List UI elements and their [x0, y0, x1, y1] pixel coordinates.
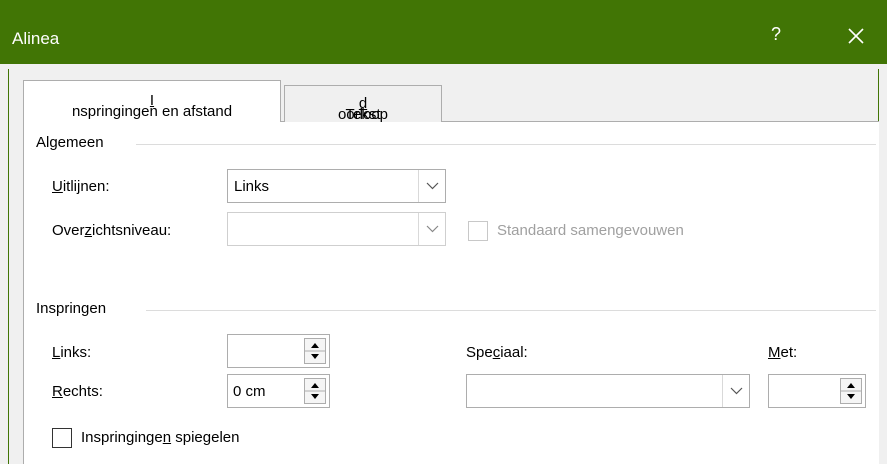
collapsed-by-default-checkbox[interactable] — [468, 221, 488, 241]
special-dropdown-button[interactable] — [722, 375, 749, 407]
group-label-indent: Inspringen — [36, 300, 107, 317]
dialog-title: Alinea — [12, 29, 60, 48]
group-label-general: Algemeen — [36, 134, 104, 151]
indent-left-label: Links: — [52, 344, 92, 361]
collapsed-by-default-label: Standaard samengevouwen — [497, 222, 684, 239]
tab-indents-spacing[interactable]: Inspringingen en afstand — [23, 80, 281, 122]
indent-left-spinbox[interactable] — [227, 334, 330, 368]
special-label: Speciaal: — [466, 344, 528, 361]
mirror-indents-checkbox[interactable] — [52, 428, 72, 448]
alignment-dropdown[interactable]: Links — [227, 169, 446, 203]
close-button[interactable] — [842, 22, 870, 50]
alignment-dropdown-button[interactable] — [418, 170, 445, 202]
indent-right-spin-buttons[interactable] — [304, 378, 326, 404]
indent-right-label: Rechts: — [52, 383, 103, 400]
window-border-left — [8, 69, 9, 464]
group-divider-indent — [146, 310, 876, 311]
chevron-down-icon — [730, 387, 743, 395]
indent-left-spin-buttons[interactable] — [304, 338, 326, 364]
close-icon — [848, 28, 864, 44]
indent-right-value: 0 cm — [233, 383, 266, 400]
group-divider-general — [136, 144, 876, 145]
by-label: Met: — [768, 344, 798, 361]
by-spin-buttons[interactable] — [840, 378, 862, 404]
outline-level-label: Overzichtsniveau: — [52, 222, 172, 239]
mirror-indents-label: Inspringingen spiegelen — [81, 429, 240, 446]
chevron-down-icon — [426, 225, 439, 233]
outline-level-dropdown[interactable] — [227, 212, 446, 246]
spin-up-down-icon — [305, 343, 325, 359]
special-dropdown[interactable] — [466, 374, 750, 408]
chevron-down-icon — [426, 182, 439, 190]
alignment-label: Uitlijnen: — [52, 178, 110, 195]
outline-level-dropdown-button[interactable] — [418, 213, 445, 245]
indent-right-spinbox[interactable]: 0 cm — [227, 374, 330, 408]
spin-up-down-icon — [305, 383, 325, 399]
title-bar: Alinea ? — [0, 0, 887, 64]
tab-line-page-breaks[interactable]: Tekst d oorloop — [284, 85, 442, 123]
by-spinbox[interactable] — [768, 374, 866, 408]
help-button[interactable]: ? — [766, 24, 786, 50]
spin-up-down-icon — [841, 383, 861, 399]
tab-panel — [23, 121, 879, 464]
alignment-value: Links — [234, 178, 270, 195]
